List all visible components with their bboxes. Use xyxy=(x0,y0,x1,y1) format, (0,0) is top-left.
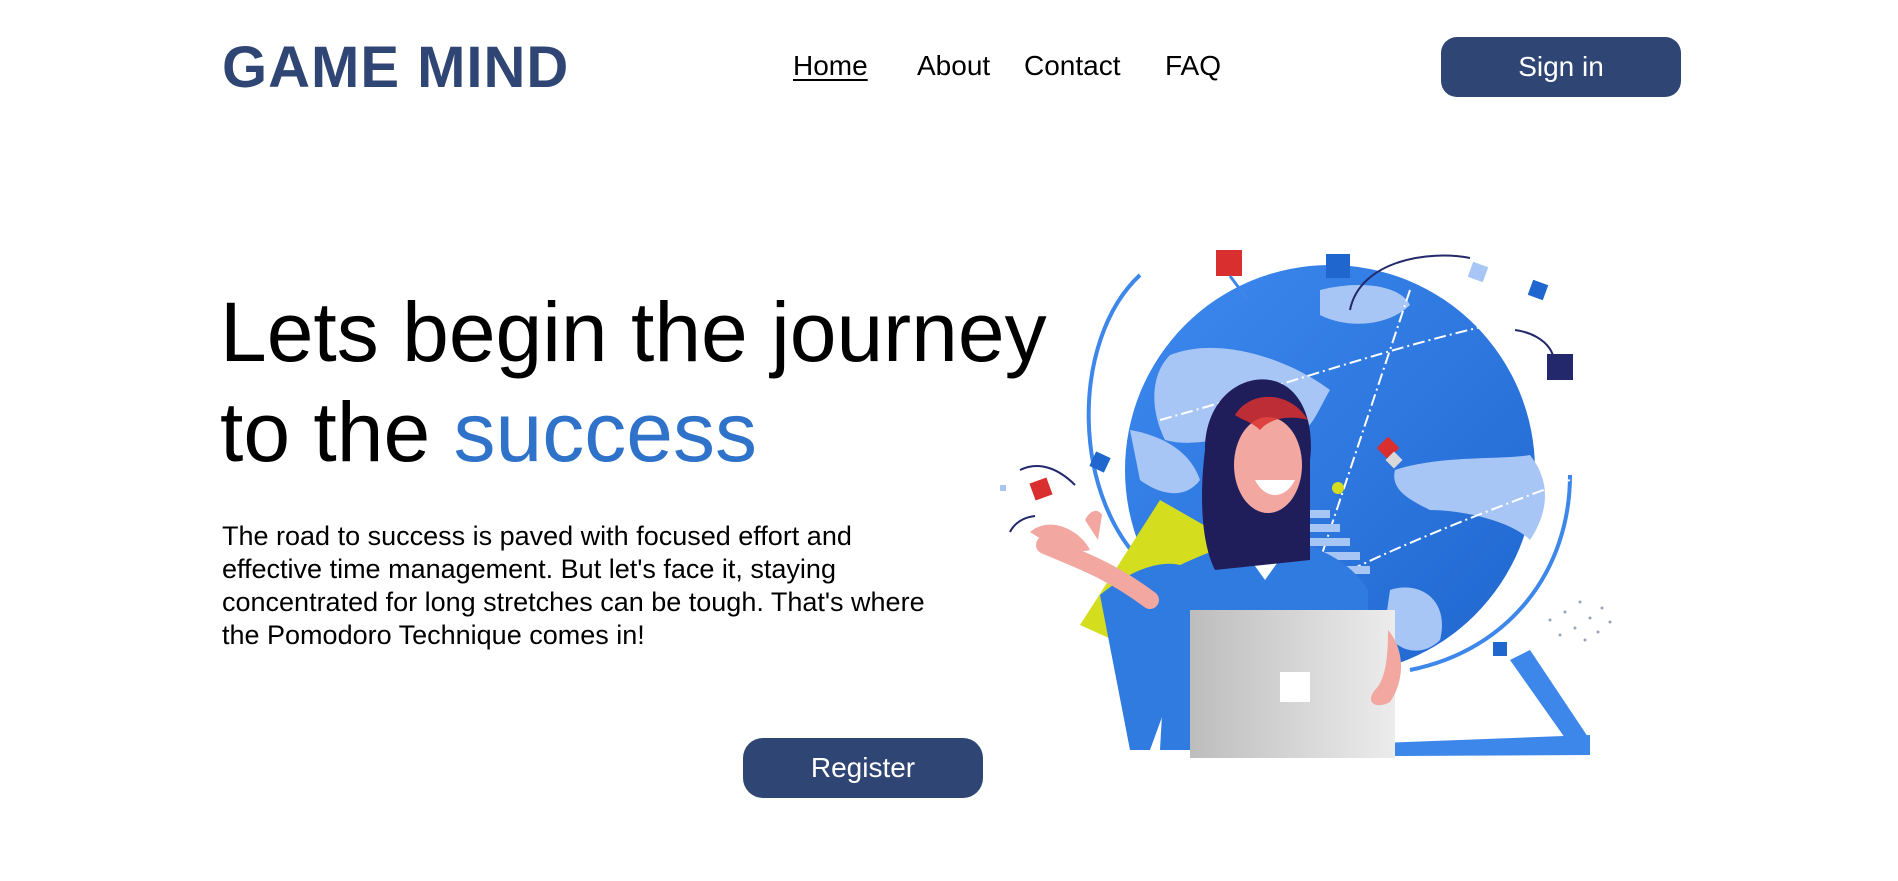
hero-title-line1: Lets begin the journey xyxy=(220,285,1047,379)
nav-faq[interactable]: FAQ xyxy=(1165,48,1221,84)
nav-about[interactable]: About xyxy=(917,48,990,84)
brand-logo[interactable]: GAME MIND xyxy=(222,36,569,100)
hero-title-accent: success xyxy=(453,385,757,479)
landing-page: GAME MIND Home About Contact FAQ Sign in… xyxy=(0,0,1898,881)
hero-description: The road to success is paved with focuse… xyxy=(222,521,925,650)
hero-title: Lets begin the journey to the success xyxy=(220,282,1047,482)
nav-contact[interactable]: Contact xyxy=(1024,48,1121,84)
hero-title-line2-prefix: to the xyxy=(220,385,431,479)
woman-with-laptop-and-globe-illustration xyxy=(990,240,1620,770)
register-button[interactable]: Register xyxy=(743,738,983,798)
sign-in-button[interactable]: Sign in xyxy=(1441,37,1681,97)
nav-home[interactable]: Home xyxy=(793,48,868,84)
